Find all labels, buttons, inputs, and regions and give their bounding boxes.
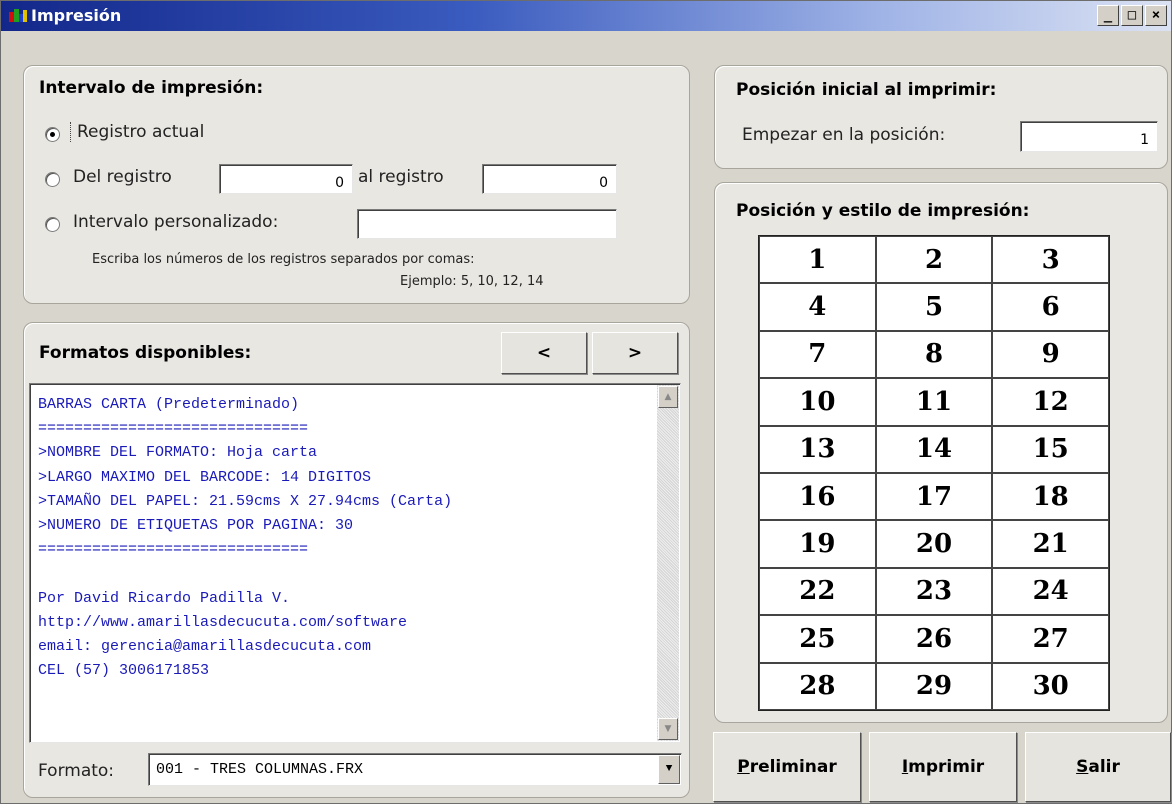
- print-button[interactable]: Imprimir: [869, 732, 1017, 802]
- preview-hotkey: P: [737, 757, 750, 777]
- radio-custom-interval[interactable]: [45, 217, 60, 232]
- app-icon: [9, 9, 27, 22]
- label-position-cell[interactable]: 8: [875, 330, 993, 379]
- format-label: Formato:: [38, 761, 115, 781]
- next-format-button[interactable]: >: [592, 332, 678, 374]
- scroll-down-arrow-icon[interactable]: ▼: [658, 718, 678, 740]
- format-select[interactable]: 001 - TRES COLUMNAS.FRX ▼: [148, 753, 682, 786]
- label-position-cell[interactable]: 11: [875, 378, 993, 426]
- label-position-cell[interactable]: 6: [992, 283, 1109, 331]
- exit-label: alir: [1088, 757, 1120, 777]
- label-position-cell[interactable]: 28: [759, 662, 876, 710]
- label-position-cell[interactable]: 10: [759, 378, 876, 426]
- current-record-label[interactable]: Registro actual: [70, 122, 204, 142]
- print-label: mprimir: [908, 757, 985, 777]
- format-description-line: >NUMERO DE ETIQUETAS POR PAGINA: 30: [38, 516, 354, 534]
- label-position-cell[interactable]: 7: [759, 330, 876, 379]
- format-description-lines: BARRAS CARTA (Predeterminado) ===========…: [30, 393, 656, 683]
- label-position-cell[interactable]: 9: [992, 330, 1109, 379]
- print-dialog: Impresión _ □ × Intervalo de impresión: …: [0, 0, 1172, 804]
- format-description-line: >LARGO MAXIMO DEL BARCODE: 14 DIGITOS: [38, 468, 372, 486]
- start-position-label: Empezar en la posición:: [742, 125, 946, 145]
- print-interval-title: Intervalo de impresión:: [39, 78, 264, 98]
- preview-button[interactable]: Preliminar: [713, 732, 861, 802]
- exit-button[interactable]: Salir: [1025, 732, 1171, 802]
- chevron-down-icon[interactable]: ▼: [658, 755, 680, 784]
- format-description-line: CEL (57) 3006171853: [38, 662, 210, 680]
- format-select-value: 001 - TRES COLUMNAS.FRX: [156, 761, 364, 778]
- label-position-cell[interactable]: 30: [992, 662, 1109, 710]
- list-scrollbar[interactable]: ▲ ▼: [657, 385, 679, 741]
- radio-current-record[interactable]: [45, 127, 60, 142]
- preview-label: reliminar: [749, 757, 837, 777]
- label-position-cell[interactable]: 23: [875, 567, 993, 616]
- format-description-line: Por David Ricardo Padilla V.: [38, 589, 291, 607]
- label-position-cell[interactable]: 17: [875, 473, 993, 521]
- formats-title: Formatos disponibles:: [39, 343, 252, 363]
- label-position-cell[interactable]: 14: [875, 425, 993, 473]
- format-description-line: [30, 562, 656, 586]
- close-button[interactable]: ×: [1145, 5, 1167, 26]
- label-position-cell[interactable]: 1: [759, 236, 876, 284]
- label-position-cell[interactable]: 4: [759, 283, 876, 331]
- label-position-cell[interactable]: 5: [875, 283, 993, 331]
- scroll-up-arrow-icon[interactable]: ▲: [658, 386, 678, 408]
- label-position-cell[interactable]: 15: [992, 425, 1109, 473]
- label-position-cell[interactable]: 16: [759, 473, 876, 521]
- format-description-line: ==============================: [38, 541, 309, 559]
- label-position-cell[interactable]: 13: [759, 425, 876, 473]
- label-position-cell[interactable]: 3: [992, 236, 1109, 284]
- label-position-cell[interactable]: 26: [875, 615, 993, 663]
- label-position-cell[interactable]: 25: [759, 615, 876, 663]
- label-position-cell[interactable]: 20: [875, 520, 993, 568]
- start-position-input[interactable]: 1: [1020, 121, 1158, 152]
- to-record-input[interactable]: 0: [482, 164, 617, 194]
- custom-interval-example: Ejemplo: 5, 10, 12, 14: [400, 274, 544, 289]
- format-description-line: BARRAS CARTA (Predeterminado): [38, 396, 300, 413]
- label-position-cell[interactable]: 19: [759, 520, 876, 568]
- label-position-cell[interactable]: 21: [992, 520, 1109, 568]
- format-description-line: email: gerencia@amarillasdecucuta.com: [38, 637, 372, 655]
- label-position-cell[interactable]: 29: [875, 662, 993, 710]
- custom-interval-label[interactable]: Intervalo personalizado:: [73, 212, 278, 232]
- from-record-label[interactable]: Del registro: [73, 167, 172, 187]
- label-position-cell[interactable]: 2: [875, 236, 993, 284]
- format-description-line: ==============================: [38, 420, 309, 438]
- label-position-cell[interactable]: 24: [992, 567, 1109, 616]
- label-position-cell[interactable]: 12: [992, 378, 1109, 426]
- exit-hotkey: S: [1076, 757, 1089, 777]
- label-position-cell[interactable]: 18: [992, 473, 1109, 521]
- format-description-line: >NOMBRE DEL FORMATO: Hoja carta: [38, 444, 318, 462]
- format-description-line: http://www.amarillasdecucuta.com/softwar…: [38, 613, 408, 631]
- radio-selected-dot: [50, 132, 55, 137]
- label-position-cell[interactable]: 22: [759, 567, 876, 616]
- format-description-list[interactable]: BARRAS CARTA (Predeterminado) ===========…: [29, 383, 681, 743]
- maximize-button[interactable]: □: [1121, 5, 1143, 26]
- previous-format-button[interactable]: <: [501, 332, 587, 374]
- to-record-label: al registro: [358, 167, 444, 187]
- custom-interval-input[interactable]: [357, 209, 617, 239]
- label-position-grid[interactable]: 1 2 3 4 5 6 7 8 9 10 11 12 13 14 15 16 17 18 19 20 21 22 23 24 2…: [758, 235, 1110, 711]
- format-description-line: >TAMAÑO DEL PAPEL: 21.59cms X 27.94cms (…: [38, 492, 453, 510]
- title-bar[interactable]: Impresión _ □ ×: [1, 1, 1171, 31]
- label-position-cell[interactable]: 27: [992, 615, 1109, 663]
- start-position-title: Posición inicial al imprimir:: [736, 80, 997, 100]
- minimize-button[interactable]: _: [1097, 5, 1119, 26]
- window-title: Impresión: [31, 6, 122, 25]
- position-style-title: Posición y estilo de impresión:: [736, 201, 1030, 221]
- from-record-input[interactable]: 0: [219, 164, 353, 194]
- custom-interval-help: Escriba los números de los registros sep…: [92, 252, 475, 267]
- radio-record-range[interactable]: [45, 172, 60, 187]
